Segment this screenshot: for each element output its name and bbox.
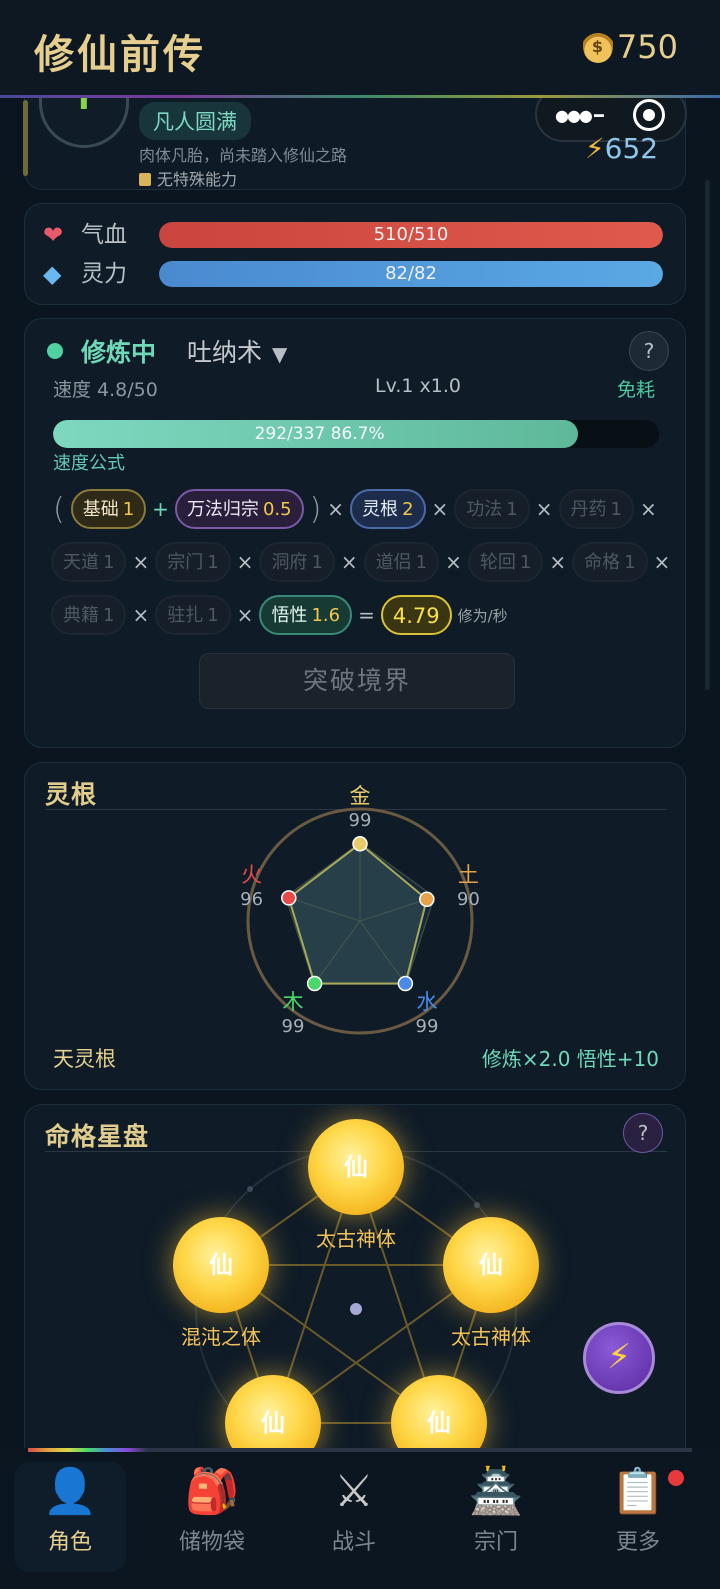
cost-text: 免耗	[616, 379, 655, 401]
chip-daolv[interactable]: 道侣 1	[363, 542, 440, 582]
radar-element-value: 99	[416, 1016, 439, 1037]
radar-point	[281, 890, 297, 906]
close-target-icon[interactable]	[633, 99, 665, 131]
lightning-icon: ⚡	[585, 132, 605, 165]
radar-point	[352, 836, 368, 852]
ability-text: 无特殊能力	[139, 166, 237, 190]
radar-element-value: 99	[349, 810, 372, 831]
root-type: 天灵根	[53, 1047, 116, 1071]
heart-icon: ❤	[43, 221, 64, 249]
mp-label: 灵力	[81, 261, 127, 287]
chip-wanfa[interactable]: 万法归宗 0.5	[174, 489, 304, 529]
nav-more[interactable]: 📋 更多	[582, 1462, 694, 1572]
star-help-button[interactable]: ?	[623, 1113, 663, 1153]
hp-value: 510/510	[373, 224, 449, 245]
result-unit: 修为/秒	[457, 606, 508, 625]
chip-zhuzha[interactable]: 驻扎 1	[155, 595, 231, 635]
radar-element-label: 木	[283, 990, 304, 1014]
radar-point	[419, 891, 435, 908]
nav-character[interactable]: 👤 角色	[14, 1462, 126, 1572]
spirit-root-card: 灵根 金 99 土 90 水 99 木 99 火 96 天灵根 修炼×2.0 悟性+10	[24, 762, 686, 1090]
person-icon: 👤	[42, 1466, 98, 1517]
radar-element-value: 99	[282, 1016, 305, 1037]
chip-dongfu[interactable]: 洞府 1	[259, 542, 335, 582]
formula-title: 速度公式	[53, 453, 125, 474]
mp-value: 82/82	[385, 263, 437, 284]
hp-label: 气血	[81, 222, 127, 248]
star-chart-title: 命格星盘	[45, 1122, 150, 1151]
star-chart-card: 命格星盘 ? 仙 太古神体 仙 太古神体 仙 混沌之体 仙 仙	[24, 1104, 686, 1464]
method-dropdown[interactable]: 吐纳术 ▼	[187, 333, 287, 369]
dropdown-arrow-icon: ▼	[272, 342, 288, 366]
lightning-fab-button[interactable]: ⚡	[583, 1322, 655, 1394]
app-header: 修仙前传 750	[0, 0, 720, 98]
level-text: Lv.1 x1.0	[375, 375, 461, 397]
breakthrough-button[interactable]: 突破境界	[199, 653, 515, 709]
cultivation-status: 修炼中	[81, 338, 157, 367]
nav-sect[interactable]: 🏯 宗门	[440, 1462, 552, 1572]
mp-bar: 82/82	[159, 261, 663, 287]
realm-description: 肉体凡胎，尚未踏入修仙之路	[139, 146, 348, 165]
help-button[interactable]: ?	[629, 331, 669, 371]
root-bonus: 修炼×2.0 悟性+10	[481, 1047, 659, 1071]
radar-element-label: 火	[241, 863, 262, 887]
spirit-root-title: 灵根	[45, 780, 98, 809]
radar-point	[397, 975, 414, 992]
more-dots-icon[interactable]: ●●● ━	[555, 106, 604, 125]
radar-area	[287, 842, 428, 985]
lock-icon	[139, 173, 151, 186]
status-dot	[47, 343, 63, 359]
crossed-swords-icon: ⚔	[334, 1466, 374, 1517]
hp-row: ❤ 气血 510/510	[43, 221, 673, 249]
destiny-orb[interactable]: 仙	[443, 1217, 539, 1313]
chip-linggen[interactable]: 灵根 2	[350, 489, 426, 529]
pagoda-icon: 🏯	[468, 1466, 524, 1517]
scrollbar[interactable]	[705, 180, 710, 690]
app-title: 修仙前传	[34, 32, 206, 78]
radar-element-label: 水	[417, 990, 438, 1014]
side-indicator	[23, 100, 28, 176]
nav-battle[interactable]: ⚔ 战斗	[298, 1462, 410, 1572]
diamond-icon: ◆	[43, 260, 62, 288]
speed-text: 速度 4.8/50	[53, 379, 158, 401]
chip-dianji[interactable]: 典籍 1	[51, 595, 127, 635]
destiny-orb-label: 太古神体	[316, 1227, 396, 1251]
mp-row: ◆ 灵力 82/82	[43, 260, 673, 288]
backpack-icon: 🎒	[184, 1466, 240, 1517]
bottom-nav: 👤 角色 🎒 储物袋 ⚔ 战斗 🏯 宗门 📋 更多	[0, 1448, 720, 1589]
chip-danyao[interactable]: 丹药 1	[558, 489, 634, 529]
radar-element-value: 90	[457, 889, 480, 910]
chip-wuxing[interactable]: 悟性 1.6	[259, 595, 353, 635]
chip-lunhui[interactable]: 轮回 1	[467, 542, 544, 582]
radar-element-label: 金	[350, 784, 371, 808]
destiny-orb[interactable]: 仙	[173, 1217, 269, 1313]
coin-counter: 750	[582, 28, 678, 66]
money-bag-icon	[582, 31, 613, 63]
destiny-orb[interactable]: 仙	[308, 1119, 404, 1215]
radar-element-label: 土	[458, 863, 479, 887]
destiny-orb-label: 混沌之体	[181, 1325, 261, 1349]
cultivation-card: 修炼中 吐纳术 ▼ ? 速度 4.8/50 Lv.1 x1.0 免耗 292/33…	[24, 318, 686, 748]
destiny-orb-label: 太古神体	[451, 1325, 531, 1349]
coin-value: 750	[616, 28, 678, 66]
stat-card: ❤ 气血 510/510 ◆ 灵力 82/82	[24, 203, 686, 305]
chip-base[interactable]: 基础 1	[70, 489, 147, 529]
chip-gongfa[interactable]: 功法 1	[454, 489, 530, 529]
cultivation-progress: 292/337 86.7%	[53, 420, 659, 448]
chip-zongmen[interactable]: 宗门 1	[155, 542, 231, 582]
progress-text: 292/337 86.7%	[254, 424, 385, 444]
radar-point	[306, 975, 323, 992]
spirit-root-radar: 金99土90水99木99火96	[240, 784, 480, 1037]
notification-dot	[668, 1470, 684, 1486]
chip-mingge[interactable]: 命格 1	[572, 542, 648, 582]
header-divider	[0, 95, 720, 98]
hp-bar: 510/510	[159, 222, 663, 248]
nav-storage[interactable]: 🎒 储物袋	[156, 1462, 268, 1572]
radar-element-value: 96	[240, 889, 263, 910]
chip-tiandao[interactable]: 天道 1	[51, 542, 127, 582]
energy-counter: ⚡652	[585, 132, 659, 165]
realm-badge: 凡人圆满	[139, 102, 251, 140]
formula-result: 4.79	[380, 595, 452, 635]
